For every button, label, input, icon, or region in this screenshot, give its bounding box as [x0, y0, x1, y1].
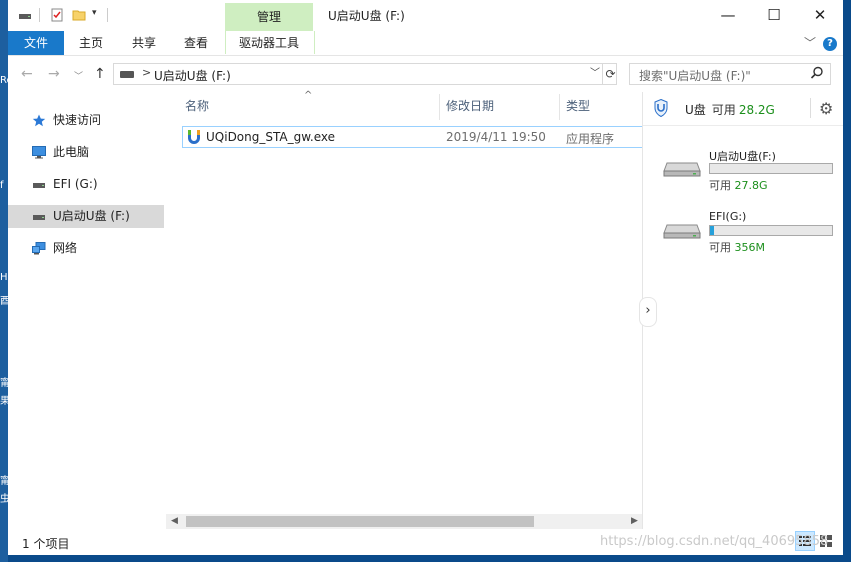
drive-entry-efi[interactable]: EFI(G:) 可用 356M [643, 210, 843, 266]
tab-file[interactable]: 文件 [8, 31, 64, 55]
panel-title-text: U盘 [685, 103, 706, 117]
table-row[interactable]: UQiDong_STA_gw.exe 2019/4/11 19:50 应用程序 [182, 126, 652, 148]
sidebar-item-this-pc[interactable]: 此电脑 [8, 141, 164, 164]
recent-locations-icon[interactable]: ﹀ [74, 69, 83, 82]
qa-divider [107, 8, 108, 22]
title-bar: ▾ 管理 U启动U盘 (F:) — ☐ ✕ [8, 0, 843, 31]
back-icon[interactable]: ← [21, 66, 33, 82]
sidebar-item-label: 快速访问 [53, 113, 102, 127]
horizontal-scrollbar[interactable]: ◀ ▶ [166, 514, 642, 529]
column-divider[interactable] [439, 94, 440, 120]
drive-usage-fill [710, 226, 714, 235]
scroll-right-icon[interactable]: ▶ [631, 514, 638, 529]
minimize-button[interactable]: — [705, 0, 751, 31]
sidebar-item-label: 此电脑 [53, 145, 90, 159]
tab-view[interactable]: 查看 [173, 31, 219, 55]
help-icon[interactable]: ? [823, 37, 837, 51]
drive-icon [33, 215, 45, 220]
drive-icon [33, 183, 45, 188]
file-date: 2019/4/11 19:50 [446, 130, 546, 144]
sidebar-item-quick-access[interactable]: 快速访问 [8, 109, 164, 132]
drive-usage-bar [709, 163, 833, 174]
new-folder-icon[interactable] [72, 8, 86, 22]
drive-icon [120, 71, 134, 78]
column-header-name[interactable]: 名称 [185, 92, 209, 120]
column-divider[interactable] [559, 94, 560, 120]
explorer-window: ▾ 管理 U启动U盘 (F:) — ☐ ✕ 文件 主页 共享 查看 驱动器工具 … [8, 0, 843, 555]
maximize-button[interactable]: ☐ [751, 0, 797, 31]
drive-icon[interactable] [18, 8, 32, 22]
network-icon [32, 242, 46, 255]
properties-icon[interactable] [50, 8, 64, 22]
item-count: 1 个项目 [22, 537, 70, 551]
panel-collapse-button[interactable]: › [639, 297, 657, 327]
panel-free-value: 28.2G [738, 103, 775, 117]
desktop-edge-text: f [0, 180, 4, 191]
sidebar-item-label: EFI (G:) [53, 177, 98, 191]
breadcrumb-current[interactable]: U启动U盘 (F:) [154, 67, 231, 84]
drive-entry-u[interactable]: U启动U盘(F:) 可用 27.8G [643, 148, 843, 204]
close-button[interactable]: ✕ [797, 0, 843, 31]
drive-free-label: 可用 [709, 179, 731, 192]
refresh-icon[interactable]: ⟳ [602, 64, 618, 84]
sort-ascending-icon: ^ [304, 90, 313, 101]
breadcrumb-separator-icon[interactable]: > [142, 66, 151, 79]
sidebar-item-u-drive[interactable]: U启动U盘 (F:) [8, 205, 164, 228]
uqidong-app-icon [188, 130, 200, 144]
qa-divider [39, 8, 40, 22]
up-icon[interactable]: ↑ [94, 66, 106, 82]
qa-customize-icon[interactable]: ▾ [92, 8, 97, 18]
drive-name: EFI(G:) [709, 210, 747, 223]
watermark: https://blog.csdn.net/qq_40695858 [600, 534, 829, 549]
file-name: UQiDong_STA_gw.exe [206, 130, 336, 144]
panel-title: U盘 可用 28.2G [685, 101, 775, 118]
tab-home[interactable]: 主页 [68, 31, 114, 55]
drive-free-space: 可用 356M [709, 239, 765, 255]
shield-icon [654, 99, 668, 117]
file-list: ^ 名称 修改日期 类型 UQiDong_STA_gw.exe 2019/4/1… [166, 90, 652, 529]
ribbon-tabs: 文件 主页 共享 查看 驱动器工具 ﹀ ? [8, 31, 843, 56]
sidebar-item-label: 网络 [53, 241, 78, 255]
sidebar-item-network[interactable]: 网络 [8, 237, 164, 260]
drive-free-value: 27.8G [734, 179, 768, 192]
scroll-left-icon[interactable]: ◀ [171, 514, 178, 529]
address-dropdown-icon[interactable]: ﹀ [588, 64, 602, 84]
sidebar-item-efi[interactable]: EFI (G:) [8, 173, 164, 196]
search-placeholder: 搜索"U启动U盘 (F:)" [639, 69, 751, 83]
navigation-bar: ← → ﹀ ↑ > U启动U盘 (F:) ﹀ ⟳ 搜索"U启动U盘 (F:)" [8, 56, 843, 92]
file-type: 应用程序 [566, 132, 615, 146]
column-header-date[interactable]: 修改日期 [446, 92, 494, 120]
desktop-edge-text: H [0, 272, 8, 283]
forward-icon[interactable]: → [48, 66, 60, 82]
drive-free-label: 可用 [709, 241, 731, 254]
panel-free-label: 可用 [711, 103, 736, 117]
sidebar-item-label: U启动U盘 (F:) [53, 209, 130, 223]
window-title: U启动U盘 (F:) [328, 9, 405, 23]
expand-ribbon-icon[interactable]: ﹀ [804, 34, 816, 51]
hard-drive-icon [663, 224, 701, 239]
drive-usage-bar [709, 225, 833, 236]
tab-manage[interactable]: 管理 [225, 3, 313, 31]
column-header-type[interactable]: 类型 [566, 92, 590, 120]
address-bar[interactable]: > U启动U盘 (F:) ﹀ ⟳ [113, 63, 617, 85]
search-icon[interactable] [810, 66, 824, 80]
tab-share[interactable]: 共享 [121, 31, 167, 55]
scrollbar-thumb[interactable] [186, 516, 534, 527]
hard-drive-icon [663, 162, 701, 177]
panel-header: U盘 可用 28.2G ⚙ [643, 92, 843, 126]
drive-name: U启动U盘(F:) [709, 150, 776, 163]
navigation-pane: 快速访问 此电脑 EFI (G:) U启动U盘 (F:) 网络 [8, 92, 165, 529]
search-box[interactable]: 搜索"U启动U盘 (F:)" [629, 63, 831, 85]
tab-drive-tools[interactable]: 驱动器工具 [225, 31, 313, 55]
gear-icon[interactable]: ⚙ [819, 99, 833, 118]
panel-divider [810, 98, 811, 118]
drive-free-space: 可用 27.8G [709, 177, 768, 193]
drive-free-value: 356M [734, 241, 766, 254]
u-disk-panel: › U盘 可用 28.2G ⚙ U启动U盘(F:) 可用 27.8G EFI(G… [639, 92, 843, 529]
star-icon [32, 114, 46, 127]
monitor-icon [32, 146, 46, 159]
